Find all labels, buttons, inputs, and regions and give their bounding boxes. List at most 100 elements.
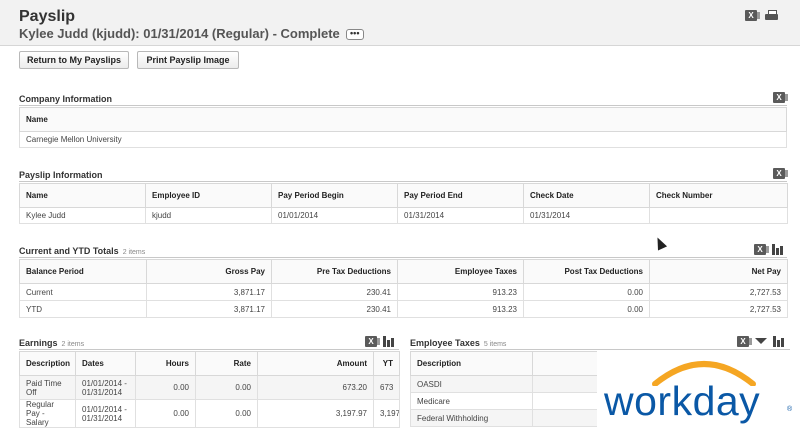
amount-cell: 673.20: [257, 375, 374, 400]
item-count: 2 items: [61, 341, 85, 348]
description-cell: Paid Time Off: [19, 375, 76, 400]
check-number-cell: [649, 207, 788, 224]
bar-chart-icon[interactable]: [773, 336, 784, 347]
ytd-cell: 673: [373, 375, 400, 400]
column-header-description: Description: [19, 351, 76, 376]
page-header: Payslip Kylee Judd (kjudd): 01/31/2014 (…: [0, 0, 800, 46]
employee-taxes-table: Description OASDI Medicare Federal Withh…: [410, 351, 601, 427]
current-ytd-totals-table: Balance Period Gross Pay Pre Tax Deducti…: [19, 259, 788, 318]
ytd-cell: 3,197: [373, 399, 400, 428]
column-header-net-pay: Net Pay: [649, 259, 788, 284]
column-header-amount: Amount: [257, 351, 374, 376]
earnings-table: Description Dates Hours Rate Amount YT P…: [19, 351, 400, 428]
amount-cell: 3,197.97: [257, 399, 374, 428]
column-header-ytd: YT: [373, 351, 400, 376]
item-count: 2 items: [122, 249, 146, 256]
section-title-text: Earnings: [19, 338, 58, 348]
current-ytd-totals-title: Current and YTD Totals 2 items: [19, 246, 145, 256]
registered-mark: ®: [787, 406, 793, 413]
pre-tax-deductions-cell: 230.41: [271, 300, 398, 318]
tax-description-cell: Medicare: [410, 392, 533, 410]
tax-value-cell: [532, 409, 601, 427]
excel-icon[interactable]: X: [773, 168, 788, 179]
section-title-text: Current and YTD Totals: [19, 246, 119, 256]
tax-value-cell: [532, 375, 601, 393]
gross-pay-cell: 3,871.17: [146, 300, 272, 318]
employee-name-cell: Kylee Judd: [19, 207, 146, 224]
post-tax-deductions-cell: 0.00: [523, 300, 650, 318]
table-row: Regular Pay - Salary 01/01/2014 - 01/31/…: [19, 399, 400, 428]
tax-value-cell: [532, 392, 601, 410]
section-divider: [19, 349, 399, 350]
mouse-cursor-icon: [652, 235, 668, 251]
post-tax-deductions-cell: 0.00: [523, 283, 650, 301]
net-pay-cell: 2,727.53: [649, 283, 788, 301]
return-to-my-payslips-button[interactable]: Return to My Payslips: [19, 51, 129, 69]
bar-chart-icon[interactable]: [383, 336, 394, 347]
pay-period-begin-cell: 01/01/2014: [271, 207, 398, 224]
column-header-pay-period-begin: Pay Period Begin: [271, 183, 398, 208]
pay-period-end-cell: 01/31/2014: [397, 207, 524, 224]
column-header-check-number: Check Number: [649, 183, 788, 208]
column-header-hours: Hours: [135, 351, 196, 376]
employee-taxes-cell: 913.23: [397, 283, 524, 301]
employee-id-cell: kjudd: [145, 207, 272, 224]
section-divider: [19, 181, 787, 182]
bar-chart-icon[interactable]: [772, 244, 783, 255]
tax-description-cell: OASDI: [410, 375, 533, 393]
excel-icon[interactable]: X: [745, 10, 760, 21]
tax-description-cell: Federal Withholding: [410, 409, 533, 427]
column-header-pay-period-end: Pay Period End: [397, 183, 524, 208]
rate-cell: 0.00: [195, 399, 258, 428]
balance-period-cell: YTD: [19, 300, 147, 318]
pre-tax-deductions-cell: 230.41: [271, 283, 398, 301]
excel-icon[interactable]: X: [754, 244, 769, 255]
dates-cell: 01/01/2014 - 01/31/2014: [75, 375, 136, 400]
excel-icon[interactable]: X: [737, 336, 752, 347]
earnings-title: Earnings 2 items: [19, 338, 84, 348]
item-count: 5 items: [483, 341, 507, 348]
payslip-information-table: Name Employee ID Pay Period Begin Pay Pe…: [19, 183, 788, 224]
column-header-rate: Rate: [195, 351, 258, 376]
table-row: Medicare: [410, 392, 601, 410]
table-row: Federal Withholding: [410, 409, 601, 427]
hours-cell: 0.00: [135, 399, 196, 428]
print-payslip-image-button[interactable]: Print Payslip Image: [137, 51, 239, 69]
column-header-employee-id: Employee ID: [145, 183, 272, 208]
workday-logo: workday ®: [597, 350, 800, 430]
company-name-cell: Carnegie Mellon University: [19, 131, 787, 148]
dates-cell: 01/01/2014 - 01/31/2014: [75, 399, 136, 428]
column-header-pre-tax-deductions: Pre Tax Deductions: [271, 259, 398, 284]
table-row: OASDI: [410, 375, 601, 393]
header-actions: X: [745, 10, 778, 21]
section-title-text: Employee Taxes: [410, 338, 480, 348]
column-header-description: Description: [410, 351, 533, 376]
column-header-balance-period: Balance Period: [19, 259, 147, 284]
net-pay-cell: 2,727.53: [649, 300, 788, 318]
payslip-subtitle-text: Kylee Judd (kjudd): 01/31/2014 (Regular)…: [19, 26, 340, 41]
employee-taxes-title: Employee Taxes 5 items: [410, 338, 506, 348]
column-header-name: Name: [19, 183, 146, 208]
section-divider: [19, 257, 787, 258]
column-header-gross-pay: Gross Pay: [146, 259, 272, 284]
excel-icon[interactable]: X: [773, 92, 788, 103]
more-actions-button[interactable]: •••: [345, 29, 364, 41]
company-table: Name Carnegie Mellon University: [19, 107, 787, 148]
check-date-cell: 01/31/2014: [523, 207, 650, 224]
page-title: Payslip: [19, 8, 76, 25]
balance-period-cell: Current: [19, 283, 147, 301]
column-header-employee-taxes: Employee Taxes: [397, 259, 524, 284]
filter-icon[interactable]: [755, 338, 767, 344]
employee-taxes-cell: 913.23: [397, 300, 524, 318]
hours-cell: 0.00: [135, 375, 196, 400]
print-icon[interactable]: [765, 10, 778, 21]
description-cell: Regular Pay - Salary: [19, 399, 76, 428]
company-information-title: Company Information: [19, 94, 113, 104]
column-header-check-date: Check Date: [523, 183, 650, 208]
excel-icon[interactable]: X: [365, 336, 380, 347]
table-row: YTD 3,871.17 230.41 913.23 0.00 2,727.53: [19, 300, 788, 318]
payslip-information-title: Payslip Information: [19, 170, 103, 180]
table-row: Paid Time Off 01/01/2014 - 01/31/2014 0.…: [19, 375, 400, 400]
column-header-name: Name: [19, 107, 787, 132]
table-row: Current 3,871.17 230.41 913.23 0.00 2,72…: [19, 283, 788, 301]
